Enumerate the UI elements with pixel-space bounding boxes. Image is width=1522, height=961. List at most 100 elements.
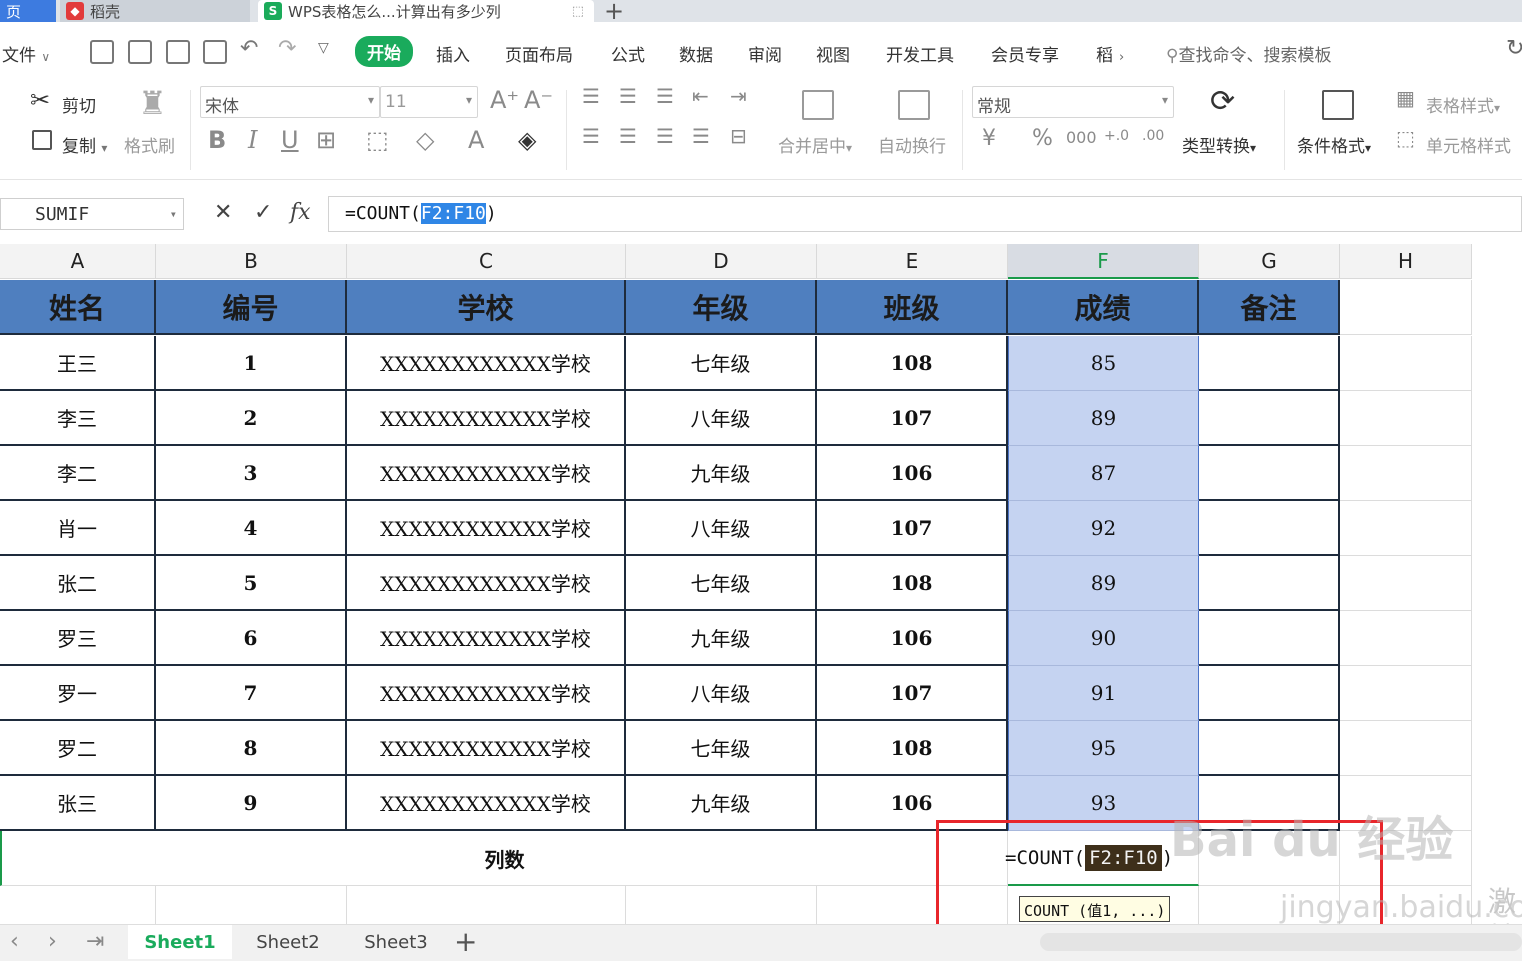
table-cell[interactable] bbox=[1340, 446, 1472, 501]
table-cell[interactable] bbox=[1340, 336, 1472, 391]
wrap-text-button[interactable]: 自动换行 bbox=[878, 132, 946, 157]
score-cell[interactable]: 87 bbox=[1008, 446, 1199, 501]
table-cell[interactable] bbox=[1199, 611, 1340, 666]
menu-file[interactable]: 文件 ∨ bbox=[2, 41, 50, 66]
thousands-icon[interactable]: 000 bbox=[1066, 128, 1097, 147]
sheet-last-icon[interactable]: ⇥ bbox=[86, 929, 104, 954]
table-cell[interactable] bbox=[1199, 336, 1340, 391]
grid-cell[interactable] bbox=[1340, 280, 1472, 335]
table-cell[interactable]: 李三 bbox=[0, 391, 156, 446]
underline-icon[interactable]: U bbox=[281, 126, 299, 154]
score-cell[interactable]: 89 bbox=[1008, 556, 1199, 611]
print-preview-icon[interactable] bbox=[203, 40, 227, 64]
menu-view[interactable]: 视图 bbox=[816, 41, 850, 66]
table-cell[interactable]: 106 bbox=[817, 611, 1008, 666]
table-cell[interactable]: XXXXXXXXXXXX学校 bbox=[347, 501, 626, 556]
cancel-icon[interactable]: ✕ bbox=[214, 200, 232, 225]
table-cell[interactable]: 3 bbox=[156, 446, 347, 501]
score-cell[interactable]: 90 bbox=[1008, 611, 1199, 666]
table-cell[interactable]: 108 bbox=[817, 721, 1008, 776]
column-header-h[interactable]: H bbox=[1340, 244, 1472, 279]
table-cell[interactable]: 肖一 bbox=[0, 501, 156, 556]
conditional-format-button[interactable]: 条件格式▾ bbox=[1297, 132, 1371, 157]
table-cell[interactable]: 王三 bbox=[0, 336, 156, 391]
table-cell[interactable]: 1 bbox=[156, 336, 347, 391]
copy-button[interactable]: 复制 ▾ bbox=[62, 132, 107, 157]
table-cell[interactable]: 107 bbox=[817, 666, 1008, 721]
score-cell[interactable]: 92 bbox=[1008, 501, 1199, 556]
table-cell[interactable] bbox=[1199, 666, 1340, 721]
table-cell[interactable]: 张三 bbox=[0, 776, 156, 831]
table-cell[interactable] bbox=[1199, 391, 1340, 446]
merge-center-button[interactable]: 合并居中▾ bbox=[778, 132, 852, 157]
grid-cell[interactable] bbox=[156, 886, 347, 924]
table-cell[interactable]: XXXXXXXXXXXX学校 bbox=[347, 336, 626, 391]
align-top-icon[interactable]: ☰ bbox=[582, 84, 600, 108]
grid-cell[interactable] bbox=[626, 886, 817, 924]
fill-color-icon[interactable]: ◇ bbox=[416, 126, 434, 154]
table-cell[interactable]: 7 bbox=[156, 666, 347, 721]
table-cell[interactable] bbox=[1199, 721, 1340, 776]
menu-developer[interactable]: 开发工具 bbox=[886, 41, 954, 66]
outdent-icon[interactable]: ⇤ bbox=[692, 84, 709, 108]
table-cell[interactable]: 八年级 bbox=[626, 391, 817, 446]
score-cell[interactable]: 89 bbox=[1008, 391, 1199, 446]
decrease-decimal-icon[interactable]: .00 bbox=[1142, 128, 1164, 144]
table-cell[interactable]: 张二 bbox=[0, 556, 156, 611]
score-cell[interactable]: 91 bbox=[1008, 666, 1199, 721]
sheet-tab-3[interactable]: Sheet3 bbox=[344, 925, 448, 959]
menu-review[interactable]: 审阅 bbox=[748, 41, 782, 66]
table-cell[interactable]: 5 bbox=[156, 556, 347, 611]
score-cell[interactable]: 95 bbox=[1008, 721, 1199, 776]
table-cell[interactable]: 4 bbox=[156, 501, 347, 556]
insert-function-icon[interactable]: fx bbox=[290, 200, 311, 225]
sheet-tab-1[interactable]: Sheet1 bbox=[128, 925, 232, 959]
table-cell[interactable]: 107 bbox=[817, 501, 1008, 556]
table-cell[interactable]: 106 bbox=[817, 446, 1008, 501]
cell-fill-pattern-icon[interactable]: ⬚ bbox=[366, 126, 389, 154]
italic-icon[interactable]: I bbox=[248, 126, 257, 154]
table-cell[interactable]: 七年级 bbox=[626, 721, 817, 776]
border-icon[interactable]: ⊞ bbox=[316, 126, 336, 154]
table-header-cell[interactable]: 班级 bbox=[817, 280, 1008, 335]
add-sheet-button[interactable]: + bbox=[454, 925, 477, 958]
table-cell[interactable]: 9 bbox=[156, 776, 347, 831]
customize-toolbar-icon[interactable]: ▽ bbox=[318, 40, 329, 56]
tab-home[interactable]: 页 bbox=[0, 0, 56, 22]
currency-icon[interactable]: ¥ bbox=[982, 126, 996, 151]
table-cell[interactable]: 八年级 bbox=[626, 666, 817, 721]
table-cell[interactable]: 李二 bbox=[0, 446, 156, 501]
table-cell[interactable]: XXXXXXXXXXXX学校 bbox=[347, 611, 626, 666]
menu-daoke[interactable]: 稻 › bbox=[1096, 41, 1124, 66]
table-cell[interactable]: 108 bbox=[817, 556, 1008, 611]
percent-icon[interactable]: % bbox=[1032, 126, 1053, 151]
redo-icon[interactable]: ↷ bbox=[278, 36, 296, 61]
export-icon[interactable] bbox=[128, 40, 152, 64]
table-cell[interactable] bbox=[1340, 666, 1472, 721]
pin-icon[interactable]: ⬚ bbox=[572, 4, 584, 19]
font-color-icon[interactable]: A bbox=[468, 126, 484, 154]
sheet-prev-icon[interactable]: ‹ bbox=[10, 929, 19, 954]
table-cell[interactable]: 九年级 bbox=[626, 611, 817, 666]
grid-cell[interactable] bbox=[347, 886, 626, 924]
table-cell[interactable] bbox=[1199, 556, 1340, 611]
name-box[interactable]: SUMIF ▾ bbox=[0, 198, 184, 230]
table-cell[interactable]: 108 bbox=[817, 336, 1008, 391]
clear-icon[interactable]: ◈ bbox=[518, 126, 536, 154]
save-icon[interactable] bbox=[90, 40, 114, 64]
menu-data[interactable]: 数据 bbox=[679, 41, 713, 66]
align-middle-icon[interactable]: ☰ bbox=[619, 84, 637, 108]
table-cell[interactable]: 九年级 bbox=[626, 776, 817, 831]
table-cell[interactable] bbox=[1199, 446, 1340, 501]
refresh-icon[interactable]: ↻ bbox=[1506, 36, 1522, 61]
increase-decimal-icon[interactable]: +.0 bbox=[1104, 128, 1129, 144]
table-cell[interactable] bbox=[1199, 501, 1340, 556]
confirm-icon[interactable]: ✓ bbox=[254, 200, 272, 225]
column-header-c[interactable]: C bbox=[347, 244, 626, 279]
table-header-cell[interactable]: 成绩 bbox=[1008, 280, 1199, 335]
sheet-tab-2[interactable]: Sheet2 bbox=[236, 925, 340, 959]
table-cell[interactable]: XXXXXXXXXXXX学校 bbox=[347, 776, 626, 831]
table-cell[interactable]: 罗三 bbox=[0, 611, 156, 666]
column-header-g[interactable]: G bbox=[1199, 244, 1340, 279]
table-cell[interactable]: XXXXXXXXXXXX学校 bbox=[347, 556, 626, 611]
